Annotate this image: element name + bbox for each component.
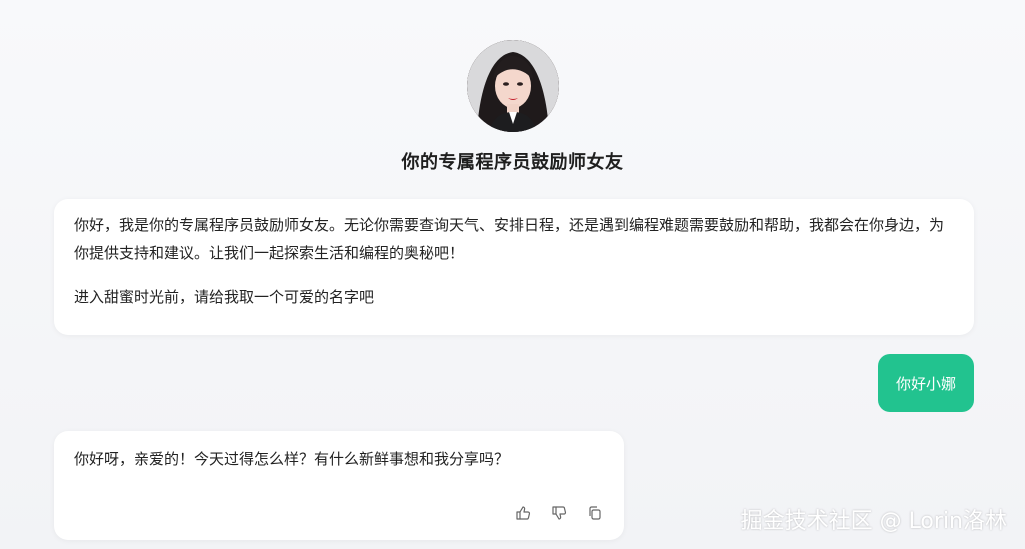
assistant-message-text: 你好，我是你的专属程序员鼓励师女友。无论你需要查询天气、安排日程，还是遇到编程难…	[74, 216, 945, 262]
message-actions	[514, 504, 604, 522]
watermark: 掘金技术社区 @ Lorin洛林	[740, 509, 1007, 534]
avatar-illustration	[466, 40, 559, 132]
page-title: 你的专属程序员鼓励师女友	[401, 152, 624, 173]
thumbs-up-icon[interactable]	[514, 504, 532, 522]
assistant-message-text: 进入甜蜜时光前，请给我取一个可爱的名字吧	[74, 288, 375, 306]
assistant-message-bubble: 你好呀，亲爱的！今天过得怎么样？有什么新鲜事想和我分享吗？	[54, 431, 624, 540]
user-message-text: 你好小娜	[895, 374, 956, 393]
chat-header: 你的专属程序员鼓励师女友	[0, 40, 1025, 174]
assistant-avatar	[466, 40, 559, 132]
assistant-message-text: 你好呀，亲爱的！今天过得怎么样？有什么新鲜事想和我分享吗？	[74, 450, 510, 468]
thumbs-down-icon[interactable]	[550, 504, 568, 522]
user-message-bubble: 你好小娜	[877, 354, 974, 412]
assistant-message-bubble: 你好，我是你的专属程序员鼓励师女友。无论你需要查询天气、安排日程，还是遇到编程难…	[54, 199, 974, 335]
copy-icon[interactable]	[586, 504, 604, 522]
